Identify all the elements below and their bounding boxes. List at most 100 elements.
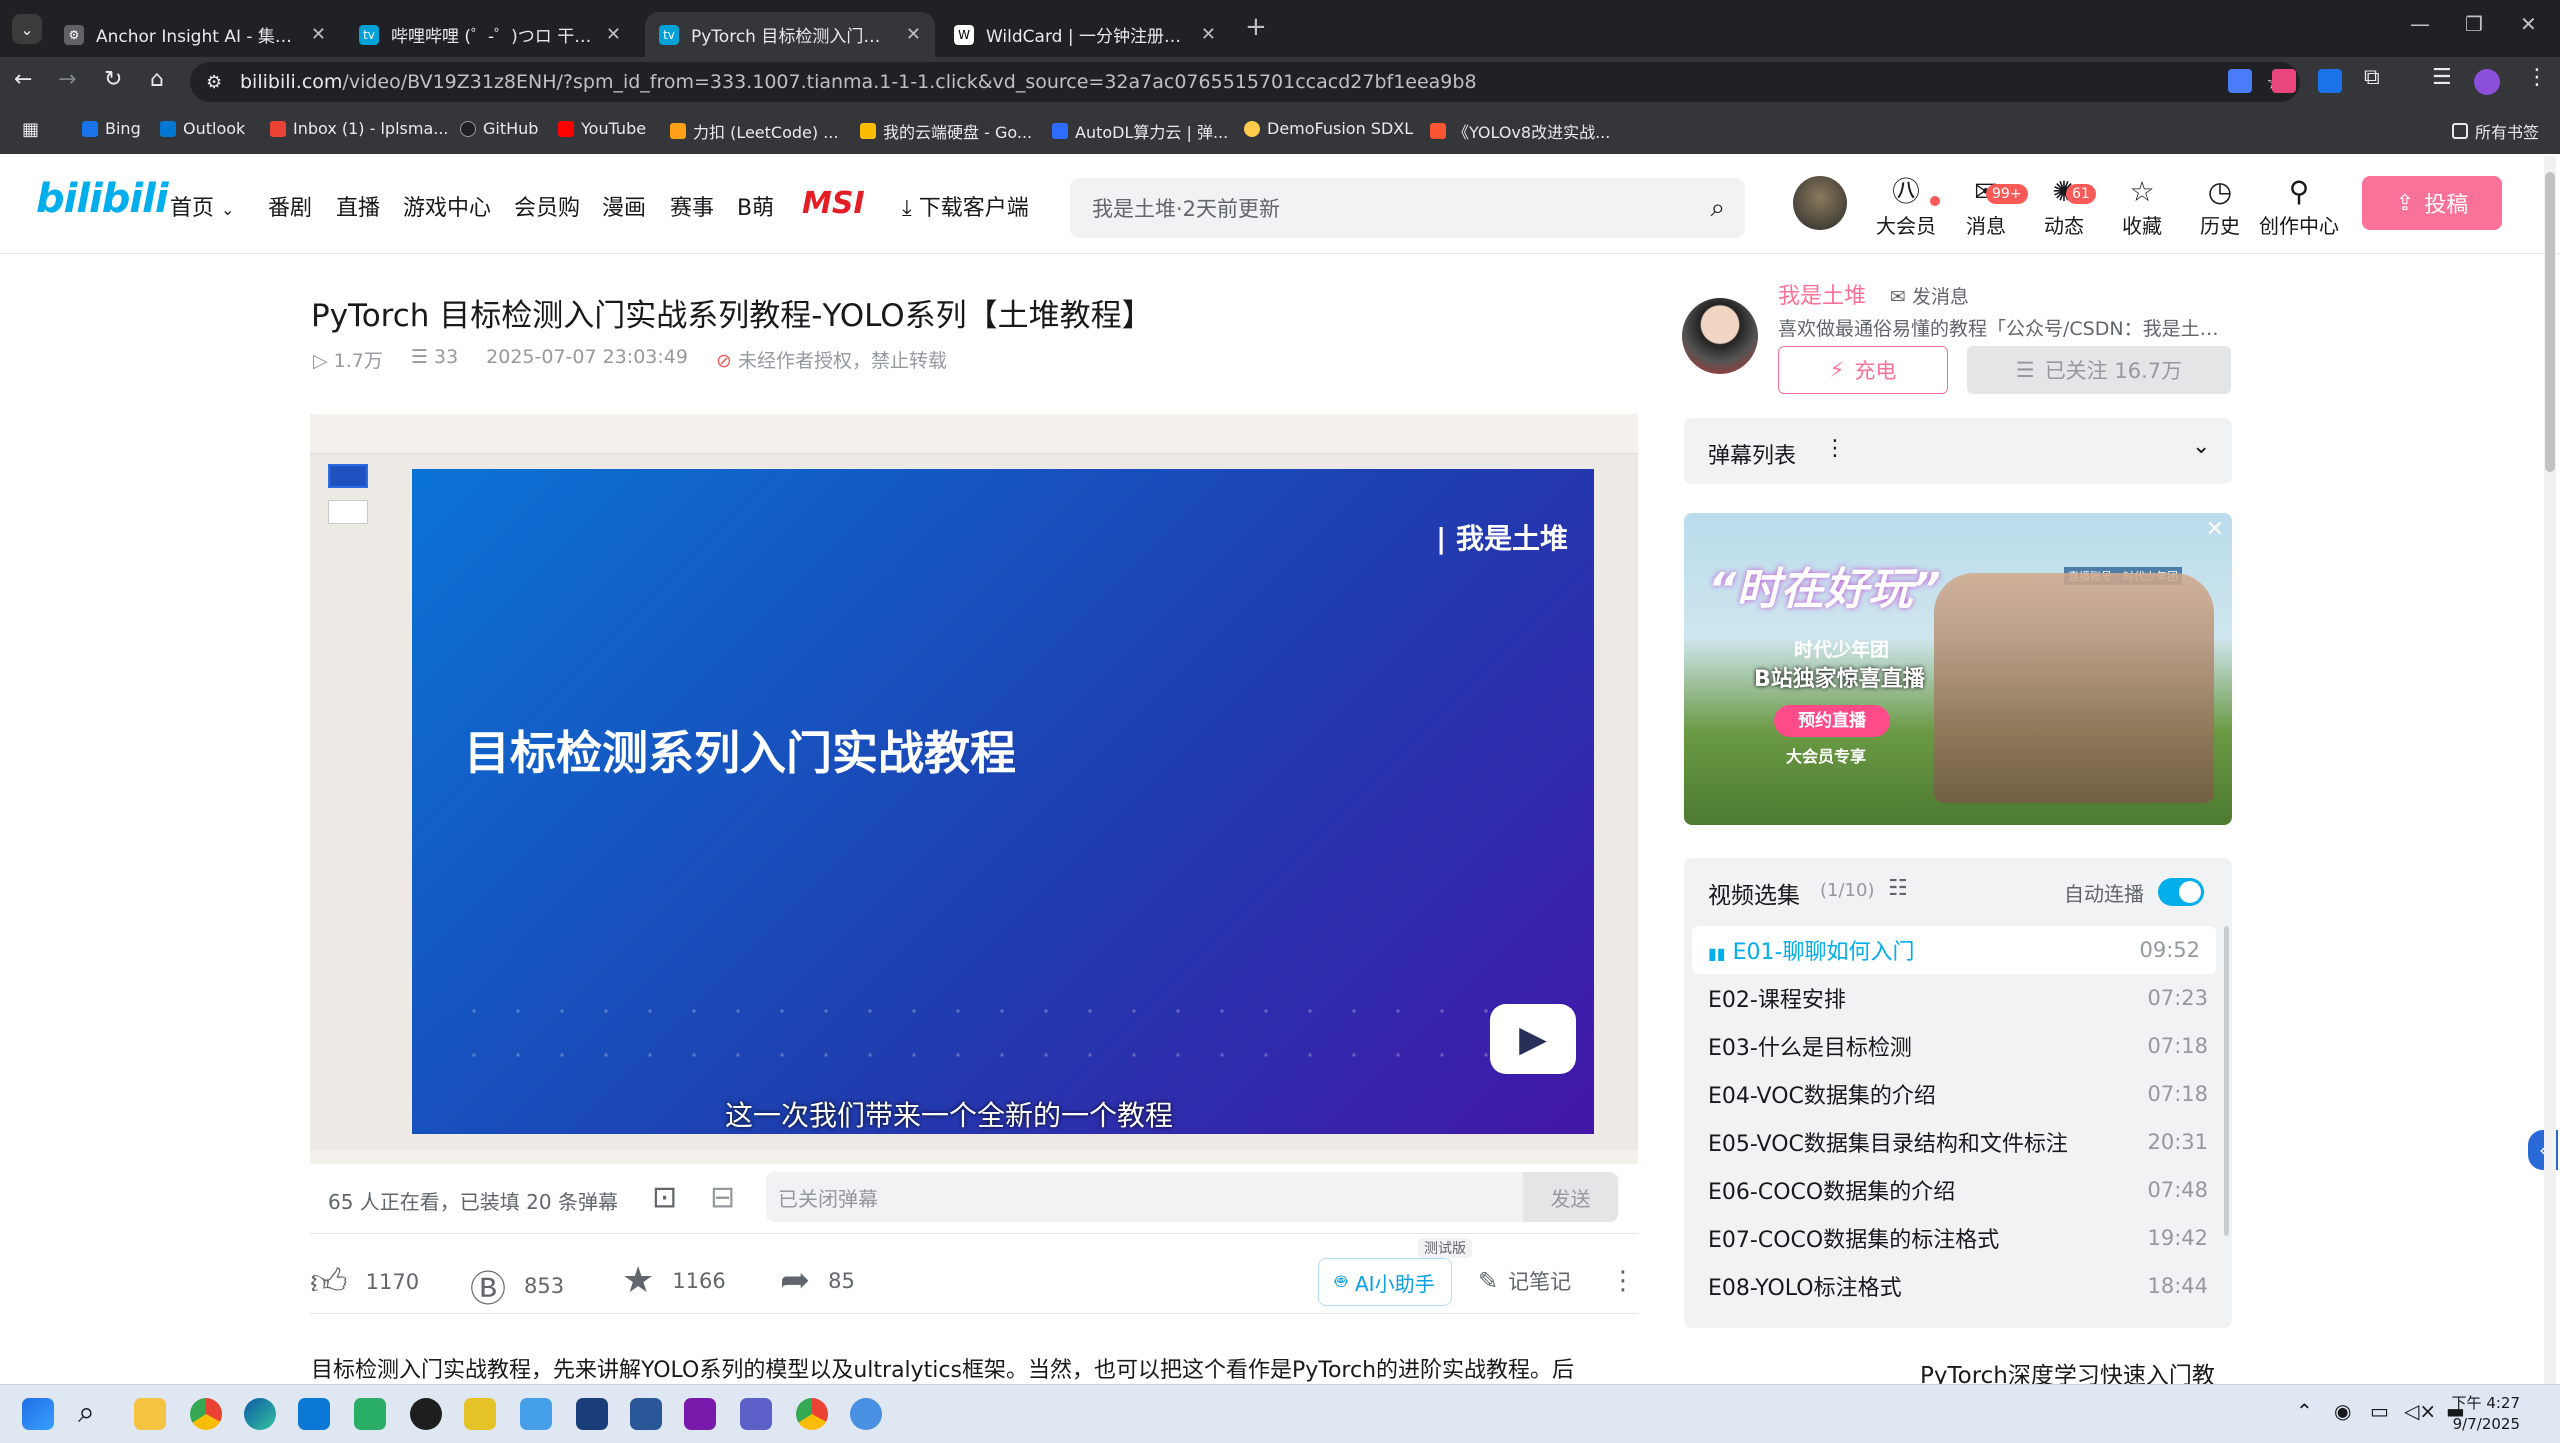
browser-tab[interactable]: ⚙ Anchor Insight AI - 集中注意力 ✕	[50, 12, 340, 57]
nav-bmeng[interactable]: B萌	[737, 190, 774, 222]
danmaku-toggle-icon[interactable]: ⊡	[652, 1180, 677, 1215]
header-creator-center[interactable]: ⚲ 创作中心	[2256, 174, 2342, 239]
share-button[interactable]: ➦ 85	[780, 1260, 855, 1301]
teams-icon[interactable]	[740, 1398, 772, 1430]
user-avatar[interactable]	[1793, 176, 1847, 230]
word-icon[interactable]	[630, 1398, 662, 1430]
app-icon[interactable]	[464, 1398, 496, 1430]
ad-reserve-button[interactable]: 预约直播	[1774, 705, 1890, 737]
nav-game-center[interactable]: 游戏中心	[403, 190, 491, 222]
browser-tab[interactable]: tv 哔哩哔哩 (゜-゜)つロ 干杯~-bilibili ✕	[345, 12, 635, 57]
uploader-name[interactable]: 我是土堆	[1778, 278, 1866, 310]
video-player[interactable]: | 我是土堆 目标检测系列入门实战教程 这一次我们带来一个全新的一个教程 ▶	[310, 414, 1638, 1164]
nav-manga[interactable]: 漫画	[602, 190, 646, 222]
tab-close-icon[interactable]: ✕	[1201, 24, 1216, 45]
close-window-icon[interactable]: ✕	[2520, 12, 2537, 36]
site-info-icon[interactable]: ⚙	[206, 72, 222, 93]
browser-tab[interactable]: W WildCard | 一分钟注册，轻松订阅 ✕	[940, 12, 1230, 57]
search-icon[interactable]: ⌕	[1710, 193, 1725, 224]
nav-download-client[interactable]: ⤓ 下载客户端	[902, 190, 1029, 222]
header-messages[interactable]: ✉ 消息 99+	[1956, 174, 2028, 239]
chevron-down-icon[interactable]: ⌄	[2192, 434, 2210, 459]
danmaku-settings-icon[interactable]: ⊟	[710, 1180, 735, 1215]
profile-avatar[interactable]	[2474, 69, 2500, 95]
tab-close-icon[interactable]: ✕	[906, 24, 921, 45]
all-bookmarks[interactable]: 所有书签	[2452, 119, 2539, 143]
chrome-icon[interactable]	[190, 1398, 222, 1430]
episode-scrollbar[interactable]	[2224, 926, 2229, 1236]
new-tab-icon[interactable]: +	[1245, 12, 1267, 42]
home-icon[interactable]: ⌂	[150, 67, 164, 92]
tab-close-icon[interactable]: ✕	[606, 24, 621, 45]
bookmark-demofusion[interactable]: DemoFusion SDXL	[1244, 119, 1413, 138]
translate-extension-icon[interactable]	[2228, 69, 2252, 93]
nav-msi-logo[interactable]: MSI	[802, 186, 865, 221]
episode-item[interactable]: E05-VOC数据集目录结构和文件标注 20:31	[1708, 1118, 2208, 1166]
bookmark-csdn[interactable]: 《YOLOv8改进实战...	[1430, 119, 1610, 143]
tray-chevron-icon[interactable]: ⌃	[2296, 1399, 2313, 1423]
extension-icon[interactable]	[2318, 69, 2342, 93]
autoplay-toggle[interactable]	[2158, 878, 2204, 906]
reload-icon[interactable]: ↻	[104, 67, 122, 92]
nav-anime[interactable]: 番剧	[268, 190, 312, 222]
episode-item-current[interactable]: ▮▮ E01-聊聊如何入门 09:52	[1692, 926, 2216, 974]
bookmark-leetcode[interactable]: 力扣 (LeetCode) ...	[670, 119, 838, 143]
tray-qq-icon[interactable]: ◉	[2334, 1399, 2351, 1423]
send-danmaku-button[interactable]: 发送	[1523, 1172, 1618, 1222]
tray-volume-icon[interactable]: ◁×	[2404, 1399, 2436, 1423]
ai-assistant-button[interactable]: 🤖︎ AI小助手	[1318, 1258, 1452, 1306]
app-icon[interactable]	[520, 1398, 552, 1430]
minimize-icon[interactable]: —	[2410, 12, 2430, 36]
file-explorer-icon[interactable]	[134, 1398, 166, 1430]
upload-button[interactable]: ⇪ 投稿	[2362, 176, 2502, 230]
bookmark-youtube[interactable]: YouTube	[558, 119, 646, 138]
wechat-icon[interactable]	[354, 1398, 386, 1430]
episode-item[interactable]: E03-什么是目标检测 07:18	[1708, 1022, 2208, 1070]
send-message-button[interactable]: ✉ 发消息	[1890, 282, 1969, 309]
episode-item[interactable]: E06-COCO数据集的介绍 07:48	[1708, 1166, 2208, 1214]
url-field[interactable]: ⚙ bilibili.com/video/BV19Z31z8ENH/?spm_i…	[190, 62, 2300, 102]
charge-button[interactable]: ⚡ 充电	[1778, 346, 1948, 394]
episode-item[interactable]: E07-COCO数据集的标注格式 19:42	[1708, 1214, 2208, 1262]
header-dynamic[interactable]: ✺ 动态 61	[2034, 174, 2096, 239]
nav-home[interactable]: 首页 ⌄	[170, 190, 234, 222]
onenote-icon[interactable]	[684, 1398, 716, 1430]
start-icon[interactable]	[22, 1398, 54, 1430]
terminal-icon[interactable]	[576, 1398, 608, 1430]
bookmark-gmail[interactable]: Inbox (1) - lplsma...	[270, 119, 449, 138]
ad-banner[interactable]: “时在好玩” 时代少年团 B站独家惊喜直播 预约直播 大会员专享 直播账号：时代…	[1684, 513, 2232, 825]
favorite-button[interactable]: ★ 1166	[622, 1260, 726, 1301]
vscode-icon[interactable]	[298, 1398, 330, 1430]
forward-icon[interactable]: →	[58, 67, 76, 92]
bookmark-google-drive[interactable]: 我的云端硬盘 - Go...	[860, 119, 1032, 143]
danmaku-list-panel[interactable]: 弹幕列表 ⋮ ⌄	[1684, 418, 2232, 484]
uploader-avatar[interactable]	[1682, 298, 1758, 374]
header-favorites[interactable]: ☆ 收藏	[2112, 174, 2172, 239]
header-history[interactable]: ◷ 历史	[2190, 174, 2250, 239]
page-scrollbar-thumb[interactable]	[2545, 172, 2555, 472]
tab-search-button[interactable]: ⌄	[12, 14, 42, 44]
extensions-puzzle-icon[interactable]: ⧉	[2364, 65, 2380, 90]
notes-button[interactable]: ✎ 记笔记	[1478, 1266, 1571, 1296]
bookmark-outlook[interactable]: Outlook	[160, 119, 245, 138]
restore-icon[interactable]: ❐	[2465, 12, 2483, 36]
apps-grid-icon[interactable]: ▦	[22, 119, 39, 140]
episode-item[interactable]: E08-YOLO标注格式 18:44	[1708, 1262, 2208, 1310]
chrome-profile-icon[interactable]	[796, 1398, 828, 1430]
menu-kebab-icon[interactable]: ⋮	[2526, 65, 2548, 90]
tray-display-icon[interactable]: ▭	[2370, 1399, 2389, 1423]
edge-icon[interactable]	[244, 1398, 276, 1430]
search-input[interactable]: 我是土堆·2天前更新 ⌕	[1070, 178, 1745, 238]
like-button[interactable]: 👍︎ 1170	[310, 1260, 419, 1304]
header-vip[interactable]: ㊇ 大会员	[1876, 174, 1940, 239]
back-icon[interactable]: ←	[14, 67, 32, 92]
episode-item[interactable]: E02-课程安排 07:23	[1708, 974, 2208, 1022]
danmaku-list-menu-icon[interactable]: ⋮	[1824, 436, 1846, 461]
extension-icon[interactable]	[2272, 69, 2296, 93]
list-view-icon[interactable]: ☷	[1888, 876, 1908, 901]
episode-item[interactable]: E04-VOC数据集的介绍 07:18	[1708, 1070, 2208, 1118]
nav-live[interactable]: 直播	[336, 190, 380, 222]
coin-button[interactable]: Ⓑ 853	[470, 1260, 564, 1312]
app-icon[interactable]	[850, 1398, 882, 1430]
danmaku-input[interactable]: 已关闭弹幕 发送	[766, 1172, 1618, 1222]
